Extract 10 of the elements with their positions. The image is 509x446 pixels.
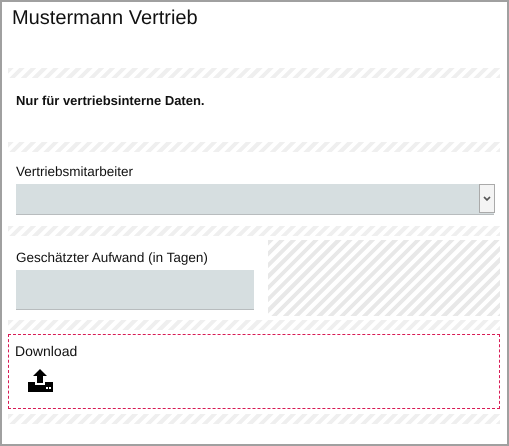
upload-icon: [28, 369, 53, 393]
input-field[interactable]: [16, 270, 254, 310]
info-text: Nur für vertriebsinterne Daten.: [15, 92, 206, 110]
page-title: Mustermann Vertrieb: [11, 6, 199, 31]
upload-label: Download: [15, 343, 78, 359]
chevron-down-icon: [483, 196, 491, 202]
field-label: Geschätzter Aufwand (in Tagen): [16, 250, 209, 266]
field-label: Vertriebsmitarbeiter: [16, 164, 134, 180]
upload-area[interactable]: Download: [8, 334, 500, 409]
dropdown[interactable]: [16, 184, 494, 215]
